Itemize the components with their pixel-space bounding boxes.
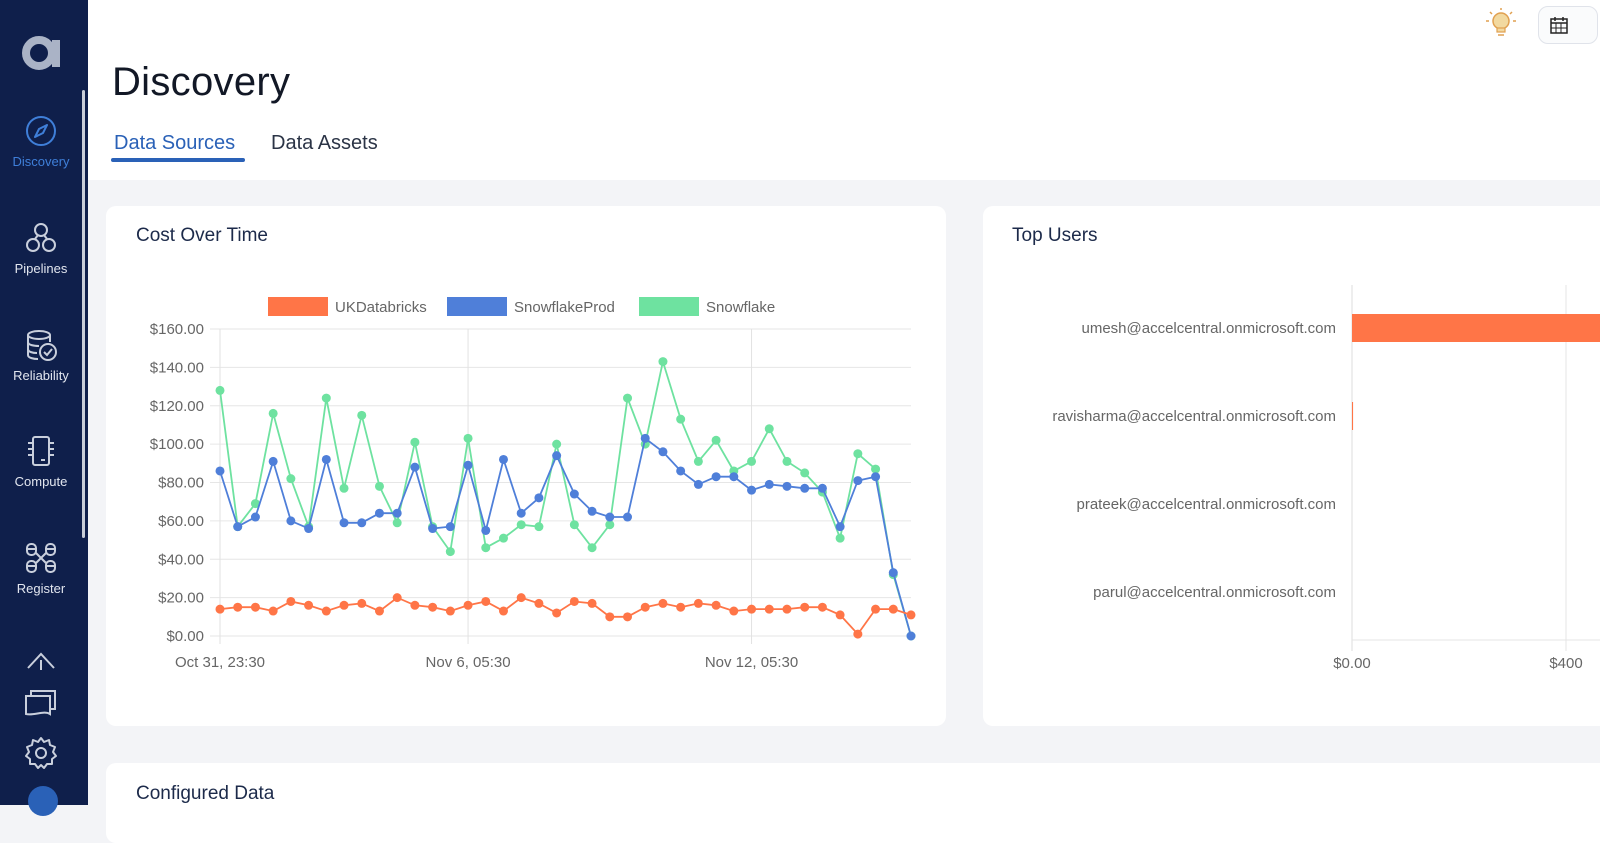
- sidebar-item-label: Pipelines: [14, 261, 68, 276]
- app-logo-icon[interactable]: [22, 32, 62, 72]
- sidebar-item-label: Discovery: [12, 154, 70, 169]
- database-check-icon: [27, 330, 57, 361]
- sidebar: Discovery Pipelines Reliability Compute …: [0, 0, 88, 816]
- card-title: Configured Data: [136, 783, 275, 804]
- cards-icon[interactable]: [22, 684, 60, 722]
- sidebar-item-compute[interactable]: Compute: [0, 434, 82, 489]
- user-avatar[interactable]: [28, 786, 58, 816]
- date-range-button[interactable]: [1538, 6, 1598, 44]
- page-title: Discovery: [112, 60, 291, 104]
- calendar-icon: [1550, 17, 1568, 34]
- chip-icon: [28, 436, 54, 466]
- card-title: Top Users: [1012, 225, 1098, 246]
- sidebar-item-pipelines[interactable]: Pipelines: [0, 221, 82, 276]
- active-tab-indicator: [111, 158, 245, 162]
- register-icon: [26, 543, 56, 573]
- sidebar-item-reliability[interactable]: Reliability: [0, 328, 82, 383]
- cloud-upload-icon[interactable]: [22, 642, 60, 680]
- lightbulb-icon[interactable]: [1484, 6, 1518, 40]
- sidebar-item-label: Register: [16, 581, 66, 596]
- compass-icon: [26, 116, 56, 146]
- tab-data-assets[interactable]: Data Assets: [271, 132, 378, 155]
- sidebar-item-label: Compute: [14, 474, 68, 489]
- sidebar-item-register[interactable]: Register: [0, 541, 82, 596]
- pipelines-icon: [26, 223, 56, 252]
- gear-icon[interactable]: [22, 734, 60, 772]
- configured-data-card: Configured Data: [106, 763, 1600, 843]
- top-users-card: Top Users: [983, 206, 1600, 726]
- tab-data-sources[interactable]: Data Sources: [114, 132, 235, 155]
- card-title: Cost Over Time: [136, 225, 268, 246]
- page-header: Discovery Data Sources Data Assets: [88, 0, 1600, 180]
- cost-over-time-card: Cost Over Time: [106, 206, 946, 726]
- sidebar-scrollbar[interactable]: [82, 90, 85, 538]
- sidebar-item-discovery[interactable]: Discovery: [0, 114, 82, 169]
- sidebar-item-label: Reliability: [13, 368, 69, 383]
